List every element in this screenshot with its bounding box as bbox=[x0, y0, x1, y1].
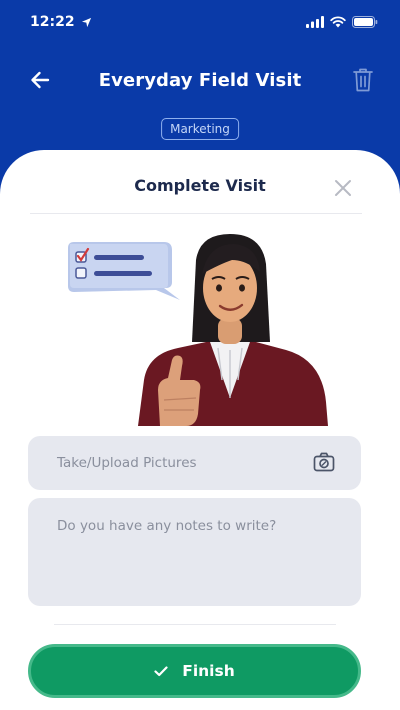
header: Everyday Field Visit bbox=[0, 58, 400, 102]
upload-pictures-field[interactable]: Take/Upload Pictures bbox=[28, 436, 361, 490]
category-tag: Marketing bbox=[161, 118, 239, 140]
divider bbox=[30, 213, 362, 214]
notes-input[interactable] bbox=[28, 498, 361, 606]
back-arrow-icon[interactable] bbox=[28, 68, 54, 92]
location-arrow-icon bbox=[81, 17, 91, 27]
finish-button[interactable]: Finish bbox=[28, 644, 361, 698]
status-time: 12:22 bbox=[30, 14, 92, 30]
checklist-bubble-icon bbox=[68, 242, 180, 300]
divider bbox=[54, 624, 336, 625]
camera-icon[interactable] bbox=[313, 452, 335, 472]
upload-pictures-label: Take/Upload Pictures bbox=[57, 455, 197, 471]
page-title: Everyday Field Visit bbox=[98, 69, 302, 91]
time-label: 12:22 bbox=[30, 14, 75, 30]
trash-icon[interactable] bbox=[352, 67, 374, 93]
businesswoman-illustration bbox=[68, 234, 328, 426]
complete-visit-sheet: Complete Visit Take/Upload Pictures Do y… bbox=[0, 150, 400, 710]
signal-icon bbox=[306, 16, 324, 28]
battery-icon bbox=[352, 16, 378, 28]
wifi-icon bbox=[330, 16, 346, 28]
status-bar: 12:22 bbox=[0, 0, 400, 44]
close-icon[interactable] bbox=[334, 179, 352, 197]
status-icons bbox=[306, 16, 378, 28]
check-icon bbox=[154, 665, 168, 676]
finish-label: Finish bbox=[182, 662, 235, 680]
